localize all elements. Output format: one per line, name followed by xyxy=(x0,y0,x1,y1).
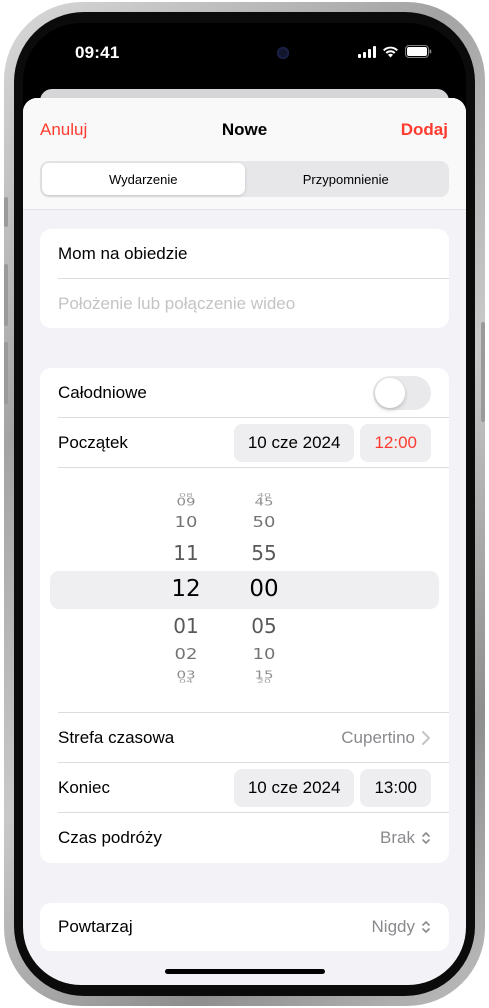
travel-time-value: Brak xyxy=(380,828,415,847)
picker-hour-item: 11 xyxy=(173,541,199,565)
travel-time-row[interactable]: Czas podróży Brak xyxy=(40,813,449,863)
page-title: Nowe xyxy=(221,120,268,139)
picker-hour-item: 01 xyxy=(173,614,199,638)
event-type-segmented-control: Wydarzenie Przypomnienie xyxy=(40,161,449,197)
event-details-card: Mom na obiedzie Położenie lub połączenie… xyxy=(40,229,449,328)
nav-header: Anuluj Nowe Dodaj Wydarzenie Przypomnien… xyxy=(23,98,466,210)
timezone-label: Strefa czasowa xyxy=(58,728,175,747)
repeat-card: Powtarzaj Nigdy xyxy=(40,903,449,951)
volume-down-button xyxy=(4,342,8,404)
segment-reminder[interactable]: Przypomnienie xyxy=(245,163,448,195)
repeat-row[interactable]: Powtarzaj Nigdy xyxy=(40,903,449,951)
picker-minute-item: 05 xyxy=(251,614,277,638)
time-settings-card: Całodniowe Początek 10 cze 2024 12:00 08… xyxy=(40,368,449,863)
location-field[interactable]: Położenie lub połączenie wideo xyxy=(40,279,449,328)
time-picker-wheel[interactable]: 08 09 10 11 12 01 02 03 04 40 45 50 55 0… xyxy=(40,468,449,708)
picker-hour-selected[interactable]: 12 xyxy=(151,576,221,602)
chevron-up-down-icon xyxy=(421,830,431,846)
chevron-right-icon xyxy=(421,730,431,746)
picker-minute-selected[interactable]: 00 xyxy=(229,576,299,602)
new-event-sheet: Anuluj Nowe Dodaj Wydarzenie Przypomnien… xyxy=(23,98,466,985)
title-value: Mom na obiedzie xyxy=(58,244,188,263)
toggle-knob xyxy=(375,378,405,408)
start-label: Początek xyxy=(58,433,128,452)
all-day-label: Całodniowe xyxy=(58,383,147,402)
repeat-value: Nigdy xyxy=(371,917,415,936)
all-day-row: Całodniowe xyxy=(40,368,449,418)
timezone-row[interactable]: Strefa czasowa Cupertino xyxy=(40,713,449,763)
picker-minute-item: 10 xyxy=(252,645,276,664)
front-camera-icon xyxy=(277,47,289,59)
home-indicator[interactable] xyxy=(165,969,325,974)
battery-icon xyxy=(405,45,432,58)
power-button xyxy=(481,322,485,422)
picker-minute-item: 50 xyxy=(252,513,276,532)
picker-hour-item: 09 xyxy=(176,495,196,509)
picker-minute-item: 55 xyxy=(251,541,277,565)
status-icons xyxy=(358,45,432,58)
cellular-signal-icon xyxy=(358,45,376,58)
action-button xyxy=(4,197,8,227)
end-date-pill[interactable]: 10 cze 2024 xyxy=(233,769,355,807)
start-row: Początek 10 cze 2024 12:00 xyxy=(40,418,449,468)
all-day-toggle[interactable] xyxy=(373,376,431,410)
dynamic-island xyxy=(183,35,307,71)
screen: 09:41 Anuluj Nowe Dodaj Wydarzenie Przyp… xyxy=(23,23,466,985)
end-time-pill[interactable]: 13:00 xyxy=(360,769,431,807)
timezone-value: Cupertino xyxy=(341,728,415,747)
picker-hour-item: 04 xyxy=(179,678,193,685)
status-time: 09:41 xyxy=(75,43,120,62)
picker-minute-item: 20 xyxy=(257,678,271,685)
location-placeholder: Położenie lub połączenie wideo xyxy=(58,294,296,313)
start-date-pill[interactable]: 10 cze 2024 xyxy=(233,424,355,462)
travel-time-label: Czas podróży xyxy=(58,828,162,847)
start-time-pill[interactable]: 12:00 xyxy=(360,424,431,462)
picker-minute-item: 45 xyxy=(254,495,274,509)
chevron-up-down-icon xyxy=(421,919,431,935)
picker-hour-item: 10 xyxy=(174,513,198,532)
end-row: Koniec 10 cze 2024 13:00 xyxy=(40,763,449,813)
wifi-icon xyxy=(382,46,399,58)
volume-up-button xyxy=(4,264,8,326)
end-label: Koniec xyxy=(58,778,110,797)
add-button[interactable]: Dodaj xyxy=(401,120,448,140)
segment-event[interactable]: Wydarzenie xyxy=(42,163,245,195)
repeat-label: Powtarzaj xyxy=(58,917,133,936)
picker-hour-item: 02 xyxy=(174,645,198,664)
title-field[interactable]: Mom na obiedzie xyxy=(40,229,449,279)
